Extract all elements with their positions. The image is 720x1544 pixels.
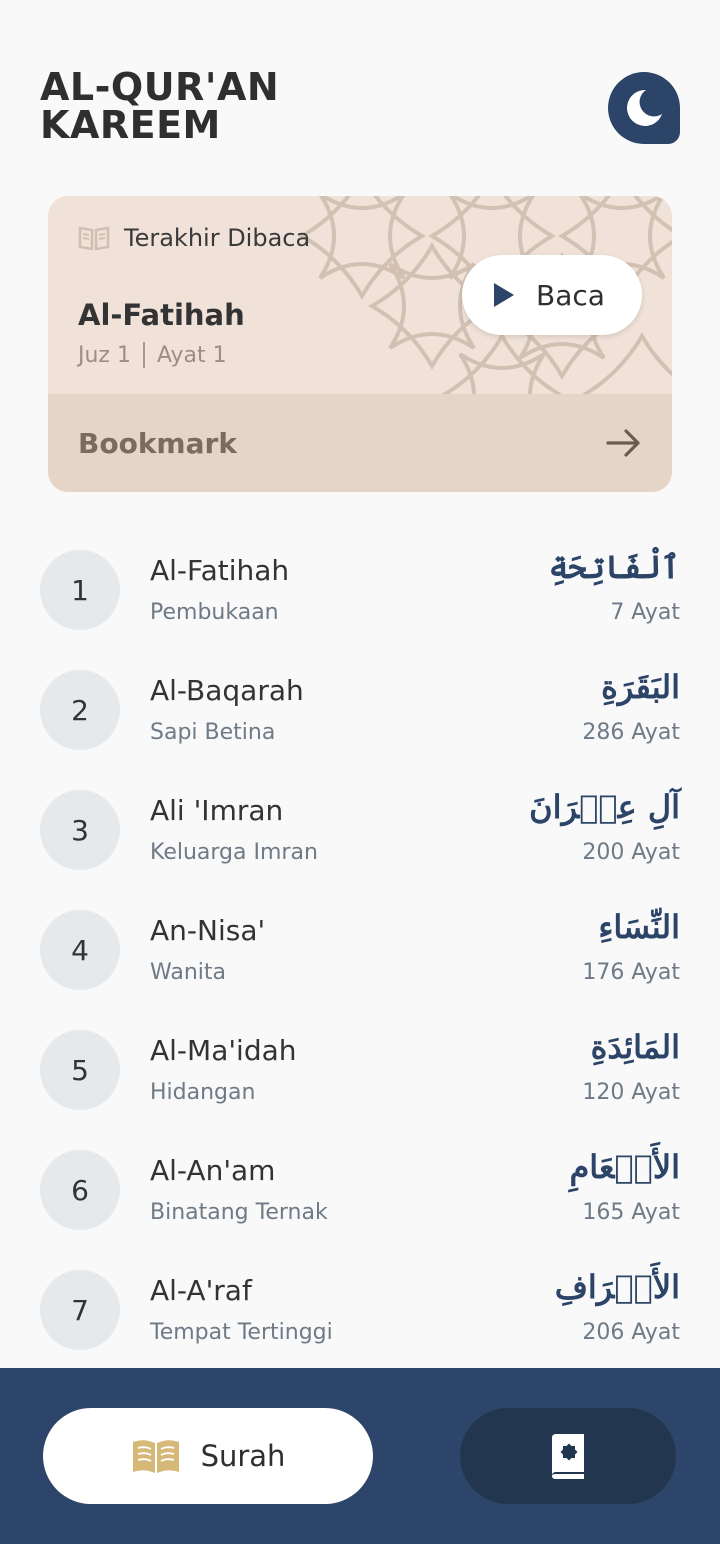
- surah-meaning: Sapi Betina: [150, 720, 276, 745]
- quran-book-icon: [552, 1434, 584, 1479]
- surah-meaning: Hidangan: [150, 1080, 256, 1105]
- surah-ayat-count: 120 Ayat: [582, 1080, 680, 1105]
- surah-arabic-name: الأَنۡعَامِ: [569, 1148, 680, 1186]
- surah-list-item[interactable]: 4 An-Nisa' Wanita النِّسَاءِ 176 Ayat: [40, 890, 680, 1010]
- surah-arabic-name: النِّسَاءِ: [598, 908, 680, 946]
- surah-name: Al-An'am: [150, 1154, 276, 1187]
- app-title: AL-QUR'AN KAREEM: [40, 65, 280, 147]
- read-button[interactable]: Baca: [462, 255, 642, 335]
- surah-list: 1 Al-Fatihah Pembukaan ٱلْفَاتِحَةِ 7 Ay…: [40, 530, 680, 1370]
- bottom-navigation: Surah: [0, 1368, 720, 1544]
- nav-surah-tab[interactable]: Surah: [43, 1408, 373, 1504]
- surah-list-item[interactable]: 1 Al-Fatihah Pembukaan ٱلْفَاتِحَةِ 7 Ay…: [40, 530, 680, 650]
- surah-number-badge: 5: [40, 1030, 120, 1110]
- surah-arabic-name: آلِ عِمۡرَانَ: [529, 788, 680, 826]
- surah-number-badge: 2: [40, 670, 120, 750]
- surah-ayat-count: 206 Ayat: [582, 1320, 680, 1345]
- surah-ayat-count: 200 Ayat: [582, 840, 680, 865]
- play-icon: [494, 283, 514, 307]
- bookmark-row[interactable]: Bookmark: [48, 394, 672, 492]
- surah-number-badge: 3: [40, 790, 120, 870]
- surah-list-item[interactable]: 7 Al-A'raf Tempat Tertinggi الأَعۡرَافِ …: [40, 1250, 680, 1370]
- last-read-ayat: Ayat 1: [156, 342, 227, 368]
- surah-meaning: Pembukaan: [150, 600, 279, 625]
- surah-name: Al-A'raf: [150, 1274, 252, 1307]
- arrow-right-icon: [606, 429, 640, 457]
- surah-number-badge: 6: [40, 1150, 120, 1230]
- surah-arabic-name: ٱلْفَاتِحَةِ: [548, 548, 680, 586]
- surah-ayat-count: 176 Ayat: [582, 960, 680, 985]
- surah-list-item[interactable]: 5 Al-Ma'idah Hidangan المَائِدَةِ 120 Ay…: [40, 1010, 680, 1130]
- surah-name: Ali 'Imran: [150, 794, 284, 827]
- nav-juz-tab[interactable]: [460, 1408, 676, 1504]
- surah-arabic-name: البَقَرَةِ: [601, 668, 680, 706]
- book-icon: [78, 226, 110, 251]
- surah-arabic-name: المَائِدَةِ: [590, 1028, 680, 1066]
- open-book-icon: [132, 1440, 179, 1473]
- nav-surah-label: Surah: [200, 1439, 286, 1473]
- surah-ayat-count: 165 Ayat: [582, 1200, 680, 1225]
- surah-list-item[interactable]: 3 Ali 'Imran Keluarga Imran آلِ عِمۡرَان…: [40, 770, 680, 890]
- bookmark-label: Bookmark: [78, 426, 237, 460]
- surah-number-badge: 7: [40, 1270, 120, 1350]
- surah-ayat-count: 7 Ayat: [610, 600, 680, 625]
- surah-number-badge: 1: [40, 550, 120, 630]
- last-read-label: Terakhir Dibaca: [124, 224, 311, 252]
- surah-meaning: Keluarga Imran: [150, 840, 318, 865]
- surah-list-item[interactable]: 2 Al-Baqarah Sapi Betina البَقَرَةِ 286 …: [40, 650, 680, 770]
- surah-name: Al-Baqarah: [150, 674, 304, 707]
- surah-name: Al-Ma'idah: [150, 1034, 297, 1067]
- surah-meaning: Wanita: [150, 960, 226, 985]
- last-read-surah: Al-Fatihah: [78, 298, 245, 332]
- moon-icon: [627, 89, 662, 126]
- surah-ayat-count: 286 Ayat: [582, 720, 680, 745]
- surah-number-badge: 4: [40, 910, 120, 990]
- last-read-card: Terakhir Dibaca Al-Fatihah Juz 1 Ayat 1 …: [48, 196, 672, 492]
- last-read-meta: Juz 1 Ayat 1: [78, 342, 227, 368]
- surah-list-item[interactable]: 6 Al-An'am Binatang Ternak الأَنۡعَامِ 1…: [40, 1130, 680, 1250]
- last-read-section[interactable]: Terakhir Dibaca Al-Fatihah Juz 1 Ayat 1 …: [48, 196, 672, 394]
- meta-divider: [142, 342, 145, 368]
- read-button-label: Baca: [536, 278, 605, 312]
- last-read-header: Terakhir Dibaca: [78, 224, 310, 252]
- surah-name: Al-Fatihah: [150, 554, 290, 587]
- surah-name: An-Nisa': [150, 914, 266, 947]
- app-header: AL-QUR'AN KAREEM: [40, 68, 680, 148]
- last-read-juz: Juz 1: [78, 342, 131, 368]
- surah-meaning: Tempat Tertinggi: [150, 1320, 333, 1345]
- surah-meaning: Binatang Ternak: [150, 1200, 328, 1225]
- surah-arabic-name: الأَعۡرَافِ: [554, 1268, 680, 1306]
- theme-toggle-button[interactable]: [608, 72, 680, 144]
